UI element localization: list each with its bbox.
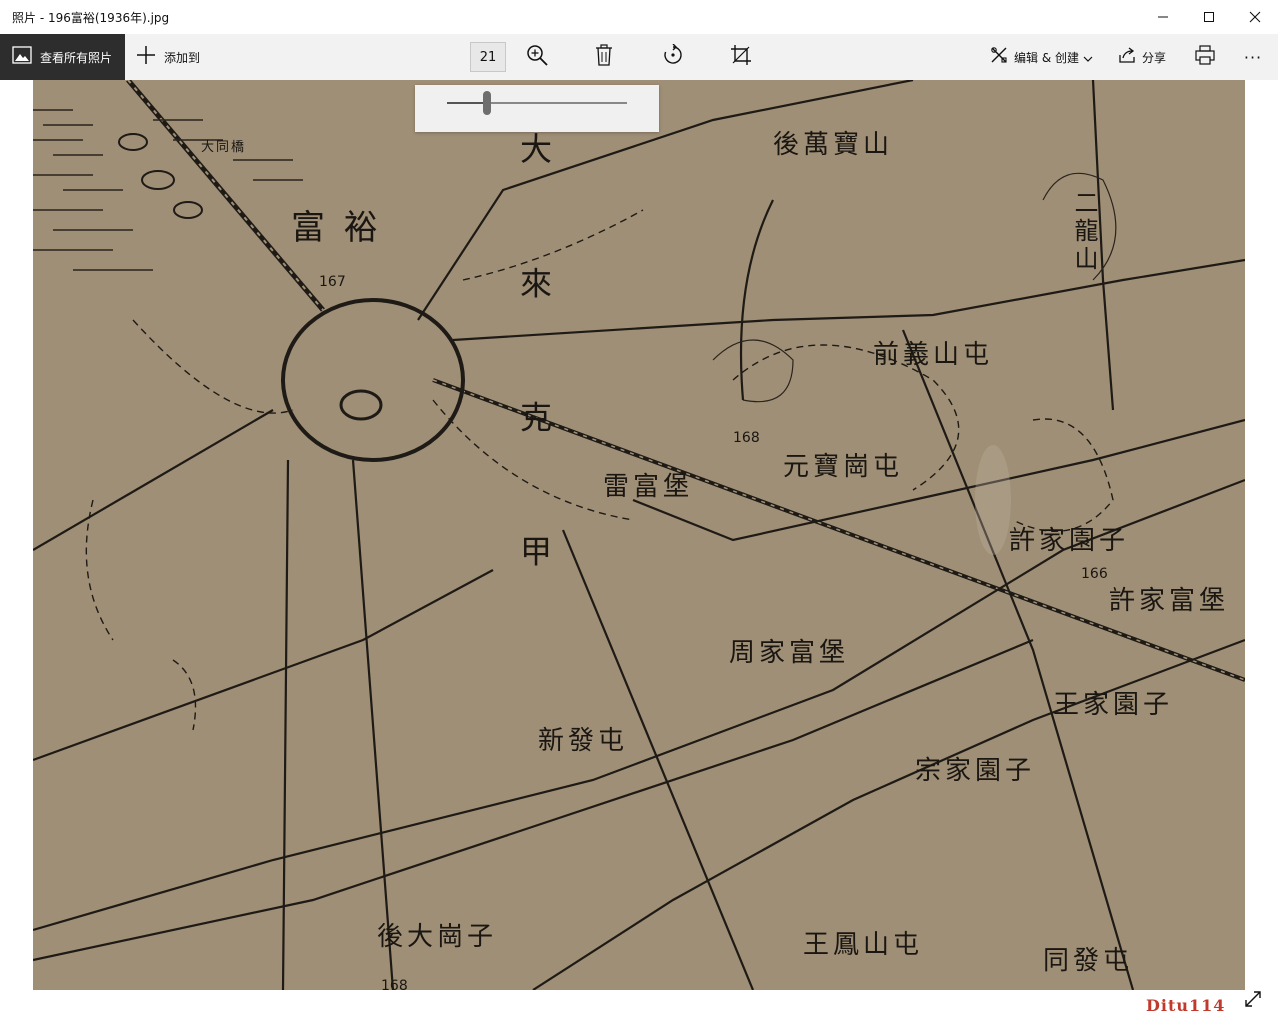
add-to-label: 添加到	[164, 50, 201, 65]
view-all-photos-label: 查看所有照片	[40, 50, 113, 65]
map-label-fuyu: 富 裕	[291, 208, 382, 248]
zoom-slider-fill	[447, 102, 487, 104]
map-label-wangjia: 王家園子	[1053, 690, 1174, 720]
edit-icon	[990, 46, 1008, 68]
title-bar: 照片 - 196富裕(1936年).jpg	[0, 0, 1278, 34]
maximize-icon	[1203, 11, 1215, 23]
delete-button[interactable]	[590, 43, 618, 71]
chevron-down-icon	[1083, 48, 1093, 67]
plus-icon	[136, 45, 156, 69]
trash-icon	[594, 44, 614, 70]
map-image[interactable]: 富 裕 大 來 克 甲 後萬寶山 二龍山 前義山屯 元寶崗屯 雷富堡 許家園子 …	[33, 80, 1245, 990]
map-label-qianyishan: 前義山屯	[873, 340, 994, 370]
add-to-button[interactable]: 添加到	[136, 34, 200, 80]
more-button[interactable]: ···	[1240, 43, 1266, 71]
map-label-tongfa: 同發屯	[1043, 946, 1134, 976]
close-icon	[1249, 11, 1261, 23]
elevation-168-a: 168	[733, 430, 760, 446]
elevation-167: 167	[319, 274, 346, 290]
minimize-button[interactable]	[1140, 0, 1186, 34]
close-button[interactable]	[1232, 0, 1278, 34]
elevation-166: 166	[1081, 566, 1108, 582]
expand-icon	[1243, 989, 1263, 1013]
crop-icon	[730, 44, 752, 70]
map-label-wangfeng: 王鳳山屯	[803, 930, 924, 960]
map-label-houwanbao: 後萬寶山	[773, 130, 894, 160]
watermark: Ditu114	[1146, 996, 1226, 1015]
zoom-slider-popup	[415, 85, 659, 132]
edit-create-button[interactable]: 编辑 & 创建	[990, 34, 1093, 80]
minimize-icon	[1157, 11, 1169, 23]
rotate-button[interactable]	[659, 43, 687, 71]
map-label-dajiaoqiao: 大同橋	[201, 140, 247, 155]
map-label-dakeqing: 大 來 克 甲	[515, 132, 553, 613]
map-label-xujia: 許家園子	[1009, 526, 1130, 556]
map-label-zongjia: 宗家園子	[915, 756, 1036, 786]
view-all-photos-button[interactable]: 查看所有照片	[0, 34, 125, 80]
photos-icon	[12, 46, 32, 68]
rotate-icon	[662, 43, 684, 70]
maximize-button[interactable]	[1186, 0, 1232, 34]
map-label-erlong: 二龍山	[1070, 190, 1098, 274]
crop-button[interactable]	[727, 43, 755, 71]
photo-canvas: 富 裕 大 來 克 甲 後萬寶山 二龍山 前義山屯 元寶崗屯 雷富堡 許家園子 …	[0, 80, 1278, 1024]
zoom-in-icon	[526, 44, 548, 70]
map-label-houdagang: 後大崗子	[377, 922, 498, 952]
share-button[interactable]: 分享	[1118, 34, 1166, 80]
edit-create-label: 编辑 & 创建	[1014, 50, 1079, 65]
elevation-168-b: 168	[381, 978, 408, 990]
fullscreen-button[interactable]	[1240, 988, 1266, 1014]
window-title: 照片 - 196富裕(1936年).jpg	[12, 11, 170, 25]
map-label-xinfa: 新發屯	[538, 726, 629, 756]
toolbar: 查看所有照片 添加到 21 编辑 & 创建 分享 ···	[0, 34, 1278, 80]
share-label: 分享	[1142, 50, 1167, 65]
share-icon	[1118, 46, 1136, 68]
zoom-slider-thumb[interactable]	[482, 91, 491, 115]
map-label-leifu: 雷富堡	[603, 472, 694, 502]
map-label-yuanbao: 元寶崗屯	[783, 452, 904, 482]
map-label-zhoujia: 周家富堡	[729, 638, 850, 668]
map-label-xujiafu: 許家富堡	[1109, 586, 1230, 616]
zoom-button[interactable]	[523, 43, 551, 71]
zoom-level-box[interactable]: 21	[470, 42, 506, 72]
print-icon	[1195, 45, 1215, 69]
print-button[interactable]	[1191, 43, 1219, 71]
